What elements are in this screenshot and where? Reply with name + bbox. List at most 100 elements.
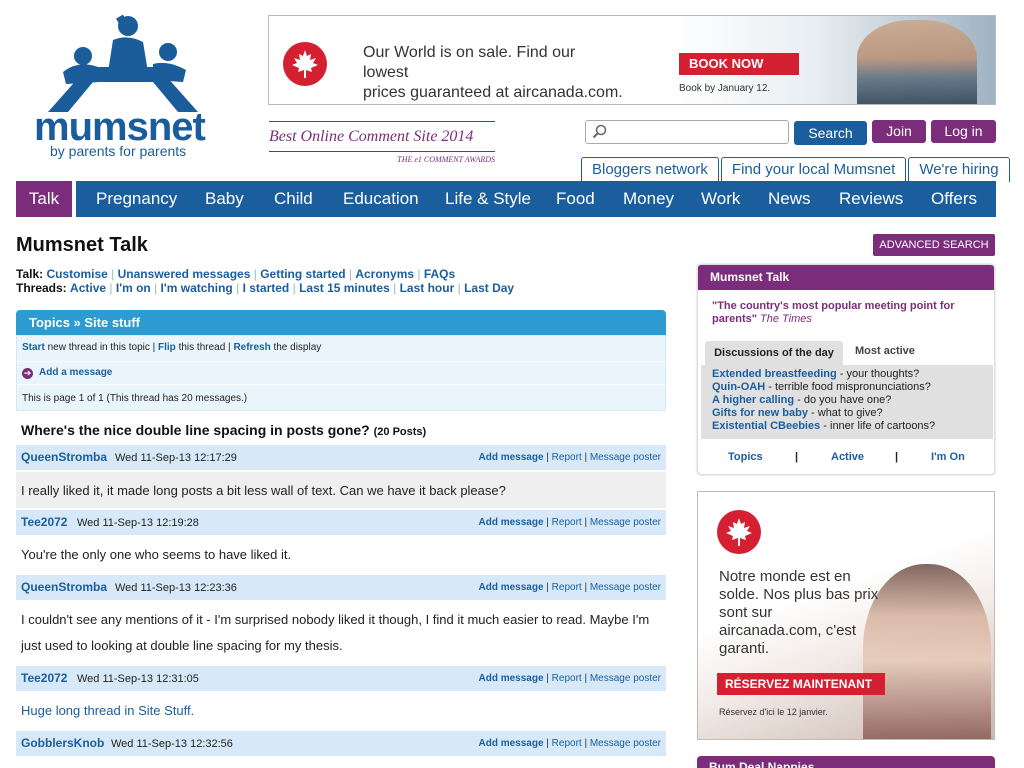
footer-link-topics[interactable]: Topics (728, 451, 763, 463)
nav-item-food[interactable]: Food (556, 181, 595, 217)
add-message-button[interactable]: Add message (478, 517, 543, 528)
poster-name[interactable]: GobblersKnob (21, 736, 104, 750)
nav-item-news[interactable]: News (768, 181, 811, 217)
add-message-button[interactable]: Add message (478, 452, 543, 463)
post-body: I really liked it, it made long posts a … (16, 472, 666, 508)
nav-item-life-style[interactable]: Life & Style (445, 181, 531, 217)
footer-separator: | (895, 451, 899, 463)
post-body: Huge long thread in Site Stuff. (16, 692, 666, 730)
aircanada-side-ad[interactable]: Notre monde est en solde. Nos plus bas p… (697, 491, 995, 740)
start-thread-link[interactable]: Start (22, 342, 45, 353)
footer-link-active[interactable]: Active (831, 451, 864, 463)
post-actions: Add message | Report | Message poster (478, 582, 661, 593)
refresh-link[interactable]: Refresh (233, 342, 270, 353)
nav-item-money[interactable]: Money (623, 181, 674, 217)
tab-most-active[interactable]: Most active (855, 345, 915, 357)
search-input[interactable] (610, 123, 784, 141)
join-button[interactable]: Join (872, 120, 926, 143)
tab-discussions-of-the-day[interactable]: Discussions of the day (705, 341, 843, 365)
post-header: Tee2072 Wed 11-Sep-13 12:19:28 Add messa… (16, 510, 666, 535)
nav-item-child[interactable]: Child (274, 181, 313, 217)
login-button[interactable]: Log in (931, 120, 996, 143)
add-message-button[interactable]: Add message (478, 673, 543, 684)
talk-links: Talk: Customise | Unanswered messages | … (16, 267, 515, 295)
thread-title-text: Where's the nice double line spacing in … (21, 422, 370, 438)
link-customise[interactable]: Customise (46, 267, 107, 281)
book-now-button[interactable]: BOOK NOW (679, 53, 799, 75)
ad-note: Réservez d'ici le 12 janvier. (719, 707, 828, 717)
talk-label: Talk: (16, 267, 44, 281)
award-subtitle: THE e1 COMMENT AWARDS (269, 151, 495, 164)
poster-name[interactable]: QueenStromba (21, 580, 107, 594)
tab-were-hiring[interactable]: We're hiring (908, 157, 1010, 182)
discussion-link[interactable]: Extended breastfeeding (712, 368, 837, 380)
add-message-row: ➔ Add a message (17, 361, 665, 385)
start-text: new thread in this topic | (47, 342, 156, 353)
ad-copy: Our World is on sale. Find our lowest pr… (363, 43, 623, 103)
link-im-watching[interactable]: I'm watching (161, 281, 233, 295)
nav-item-work[interactable]: Work (701, 181, 740, 217)
post-header: Tee2072 Wed 11-Sep-13 12:31:05 Add messa… (16, 666, 666, 691)
nav-divider (72, 181, 76, 217)
link-getting-started[interactable]: Getting started (260, 267, 345, 281)
ad-note: Book by January 12. (679, 83, 771, 94)
ad-line-2: prices guaranteed at aircanada.com. (363, 84, 623, 101)
add-message-button[interactable]: Add message (478, 738, 543, 749)
tab-find-local-mumsnet[interactable]: Find your local Mumsnet (720, 157, 907, 182)
post-actions: Add message | Report | Message poster (478, 452, 661, 463)
post-date: Wed 11-Sep-13 12:19:28 (77, 517, 199, 529)
footer-link-im-on[interactable]: I'm On (931, 451, 965, 463)
link-faqs[interactable]: FAQs (424, 267, 455, 281)
message-poster-link[interactable]: Message poster (590, 517, 661, 528)
topic-breadcrumb[interactable]: Topics » Site stuff (16, 310, 666, 335)
nav-item-offers[interactable]: Offers (931, 181, 977, 217)
flip-link[interactable]: Flip (158, 342, 176, 353)
report-link[interactable]: Report (552, 517, 582, 528)
poster-name[interactable]: Tee2072 (21, 515, 67, 529)
discussion-link[interactable]: Gifts for new baby (712, 407, 808, 419)
report-link[interactable]: Report (552, 582, 582, 593)
thread-link[interactable]: Huge long thread in Site Stuff. (21, 703, 194, 718)
message-poster-link[interactable]: Message poster (590, 738, 661, 749)
link-acronyms[interactable]: Acronyms (355, 267, 414, 281)
tab-bloggers-network[interactable]: Bloggers network (581, 157, 719, 182)
report-link[interactable]: Report (552, 738, 582, 749)
add-message-link[interactable]: Add a message (39, 367, 112, 378)
link-unanswered[interactable]: Unanswered messages (118, 267, 251, 281)
search-field[interactable] (585, 120, 789, 144)
add-message-button[interactable]: Add message (478, 582, 543, 593)
nav-item-baby[interactable]: Baby (205, 181, 244, 217)
discussion-link[interactable]: Quin-OAH (712, 381, 765, 393)
advanced-search-button[interactable]: ADVANCED SEARCH (873, 234, 995, 256)
discussion-link[interactable]: Existential CBeebies (712, 420, 820, 432)
report-link[interactable]: Report (552, 452, 582, 463)
link-active[interactable]: Active (70, 281, 106, 295)
report-link[interactable]: Report (552, 673, 582, 684)
nav-item-pregnancy[interactable]: Pregnancy (96, 181, 177, 217)
message-poster-link[interactable]: Message poster (590, 452, 661, 463)
reserve-now-button[interactable]: RÉSERVEZ MAINTENANT (717, 673, 885, 695)
link-last-day[interactable]: Last Day (464, 281, 514, 295)
post-date: Wed 11-Sep-13 12:32:56 (111, 738, 233, 750)
poster-name[interactable]: QueenStromba (21, 450, 107, 464)
link-i-started[interactable]: I started (243, 281, 290, 295)
link-last-15-minutes[interactable]: Last 15 minutes (299, 281, 390, 295)
aircanada-banner-ad[interactable]: Our World is on sale. Find our lowest pr… (268, 15, 996, 105)
discussion-text: - do you have one? (794, 394, 892, 406)
search-button[interactable]: Search (794, 121, 867, 145)
discussion-link[interactable]: A higher calling (712, 394, 794, 406)
poster-name[interactable]: Tee2072 (21, 671, 67, 685)
discussion-text: - terrible food mispronunciations? (765, 381, 931, 393)
message-poster-link[interactable]: Message poster (590, 673, 661, 684)
link-im-on[interactable]: I'm on (116, 281, 151, 295)
nav-item-education[interactable]: Education (343, 181, 419, 217)
link-last-hour[interactable]: Last hour (400, 281, 455, 295)
page: mumsnet by parents for parents Our World… (0, 0, 1024, 768)
mumsnet-family-icon (48, 14, 198, 112)
message-poster-link[interactable]: Message poster (590, 582, 661, 593)
nav-item-reviews[interactable]: Reviews (839, 181, 903, 217)
press-quote: "The country's most popular meeting poin… (712, 300, 982, 326)
ad-photo (857, 20, 977, 104)
nav-item-talk[interactable]: Talk (16, 181, 72, 217)
threads-label: Threads: (16, 281, 67, 295)
